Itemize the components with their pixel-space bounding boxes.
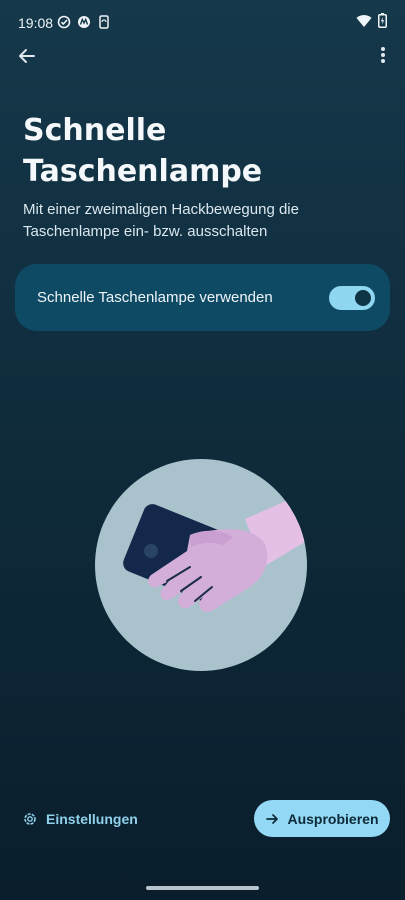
toggle-label: Schnelle Taschenlampe verwenden	[37, 289, 273, 306]
settings-link[interactable]: Einstellungen	[22, 807, 138, 831]
arrow-left-icon[interactable]	[14, 42, 42, 70]
motorola-icon	[78, 16, 90, 28]
phone-sync-icon	[99, 15, 109, 29]
quick-flashlight-toggle-card[interactable]: Schnelle Taschenlampe verwenden	[15, 264, 390, 331]
battery-charging-icon	[378, 13, 387, 28]
check-circle-icon	[57, 15, 71, 29]
try-button-label: Ausprobieren	[287, 810, 379, 827]
try-button[interactable]: Ausprobieren	[254, 800, 390, 837]
switch-knob	[355, 290, 371, 306]
gear-icon	[24, 813, 36, 825]
quick-flashlight-switch[interactable]	[329, 286, 375, 310]
hand-holding-phone-icon	[95, 459, 307, 671]
home-indicator[interactable]	[146, 886, 259, 890]
status-bar: 19:08	[0, 0, 405, 44]
settings-label: Einstellungen	[46, 811, 138, 827]
status-time: 19:08	[18, 15, 54, 31]
more-vertical-icon[interactable]	[371, 42, 395, 70]
arrow-right-icon	[266, 813, 279, 824]
status-notification-icons	[57, 15, 111, 29]
status-system-icons	[356, 13, 387, 28]
page-title-line-1: Schnelle	[23, 113, 167, 148]
page-subtitle: Mit einer zweimaligen Hackbewegung die T…	[23, 201, 299, 240]
page-title: Schnelle Taschenlampe	[23, 110, 383, 192]
page-title-line-2: Taschenlampe	[23, 154, 263, 189]
wifi-icon	[356, 14, 372, 27]
